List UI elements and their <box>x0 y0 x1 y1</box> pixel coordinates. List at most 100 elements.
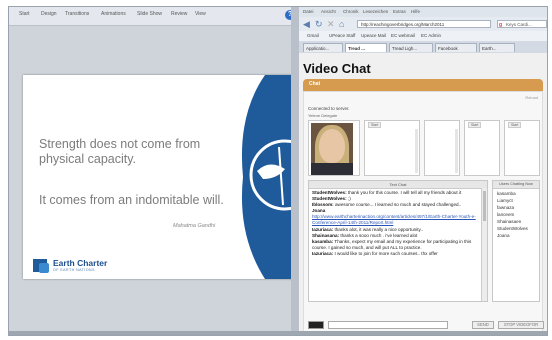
back-icon[interactable]: ◀ <box>303 19 310 30</box>
page-title: Video Chat <box>303 61 371 76</box>
user-list-item[interactable]: Liamyct <box>497 197 528 204</box>
tab-applications[interactable]: Applicatio... <box>303 43 343 52</box>
chat-message-text: thanks alot, it was really a nice opport… <box>333 226 423 232</box>
ppt-tab-slide-show[interactable]: Slide Show <box>137 11 162 17</box>
chat-message-text: awesome course... I learned so much and … <box>333 202 462 208</box>
chat-message-text: I would like to join for more such cours… <box>333 250 438 256</box>
video-start-button[interactable]: Start <box>368 122 382 128</box>
slide-canvas[interactable]: Strength does not come from physical cap… <box>23 75 295 279</box>
chat-header-bar: Chat <box>303 79 543 91</box>
reload-icon[interactable]: ↻ <box>315 19 323 30</box>
quote-line-3: It comes from an indomitable will. <box>39 193 224 207</box>
text-chat-header: Text Chat <box>309 181 487 189</box>
ppt-tab-transitions[interactable]: Transitions <box>65 11 89 17</box>
portrait-face <box>319 129 345 163</box>
browser-menu-bar: Datei Ansicht Chronik Lesezeichen Extras… <box>299 7 547 17</box>
chat-message-text: ;) <box>346 196 351 202</box>
user-list-item[interactable]: Shainasaen <box>497 218 528 225</box>
chat-message-author: StudentWolves: <box>312 190 347 195</box>
message-input[interactable] <box>328 321 448 329</box>
bookmark-upeace-mail[interactable]: Upeace Mail <box>361 33 386 38</box>
chat-message-author: Joana <box>312 208 326 214</box>
video-scrollbar[interactable] <box>455 129 458 173</box>
user-list-item[interactable]: lanceem <box>497 211 528 218</box>
chat-panel: Reload Connected to server. Yelene Deleg… <box>303 91 544 335</box>
search-text: Keys Cardi... <box>506 22 532 27</box>
video-box-4[interactable]: Start <box>464 120 500 176</box>
user-list-item[interactable]: Joana <box>497 232 528 239</box>
taskbar <box>9 331 547 335</box>
chat-message: Iblossom: awesome course... I learned so… <box>312 202 480 208</box>
menu-tools[interactable]: Extras <box>393 9 406 14</box>
text-chat-box[interactable]: Text Chat StudentWolves: thank you for t… <box>308 180 488 302</box>
menu-history[interactable]: Chronik <box>343 9 359 14</box>
users-list-box: Users Chatting Now kasamba Liamyct fawnaza… <box>492 180 540 302</box>
video-start-button[interactable]: Start <box>468 122 482 128</box>
video-scrollbar[interactable] <box>415 129 418 173</box>
ppt-tab-start[interactable]: Start <box>19 11 30 17</box>
chat-message-author: kasamba: <box>312 238 334 244</box>
logo-text: Earth Charter <box>53 258 108 268</box>
ppt-tab-view[interactable]: View <box>195 11 206 17</box>
video-start-button[interactable]: Start <box>508 122 522 128</box>
page-content: Video Chat Chat Reload Connected to serv… <box>299 53 547 335</box>
quote-line-2: physical capacity. <box>39 152 137 166</box>
menu-file[interactable]: Datei <box>303 9 314 14</box>
stop-icon[interactable]: ✕ <box>327 19 335 30</box>
video-box-5[interactable]: Start <box>504 120 540 176</box>
slide-quote: Strength does not come from physical cap… <box>39 137 200 167</box>
bookmark-ec-webmail[interactable]: EC webmail <box>391 33 415 38</box>
window-divider[interactable] <box>291 7 299 335</box>
tab-tread-light[interactable]: Tread Ligh... <box>389 43 433 52</box>
address-bar[interactable]: http://reachingoverbridges.org/March2011 <box>357 20 491 28</box>
chat-message: Iazuriaca: I would like to join for more… <box>312 251 480 257</box>
quote-author: Mahatma Gandhi <box>173 223 216 229</box>
chat-messages: StudentWolves: thank you for this course… <box>312 190 480 257</box>
chat-message-text: Thanks, expect my email and my experienc… <box>312 238 472 250</box>
chat-scrollbar-thumb[interactable] <box>483 191 486 221</box>
chat-message-author: Iazuriaca: <box>312 250 334 256</box>
webcam-portrait <box>311 123 353 175</box>
menu-view[interactable]: Ansicht <box>321 9 336 14</box>
chat-message-text: thanks a sooo much . i've learned alot <box>339 232 418 238</box>
home-icon[interactable]: ⌂ <box>339 19 344 29</box>
logo-mark-accent <box>39 263 49 273</box>
menu-bookmarks[interactable]: Lesezeichen <box>363 9 388 14</box>
users-header: Users Chatting Now <box>493 181 539 189</box>
ppt-tab-design[interactable]: Design <box>41 11 57 17</box>
browser-window: Datei Ansicht Chronik Lesezeichen Extras… <box>299 7 547 335</box>
browser-nav-bar: ◀ ↻ ✕ ⌂ http://reachingoverbridges.org/M… <box>299 17 547 31</box>
chat-message-author: Shainasana: <box>312 232 340 238</box>
tab-facebook[interactable]: Facebook <box>435 43 477 52</box>
search-input[interactable]: g Keys Cardi... <box>497 20 547 28</box>
powerpoint-window: Start Design Transitions Animations Slid… <box>9 7 299 335</box>
user-list-item[interactable]: fawnaza <box>497 204 528 211</box>
slide-decoration-art <box>241 75 295 279</box>
user-list-item[interactable]: kasamba <box>497 190 528 197</box>
ppt-tab-animations[interactable]: Animations <box>101 11 126 17</box>
tab-earth[interactable]: Earth... <box>479 43 515 52</box>
color-picker[interactable] <box>308 321 324 329</box>
bookmark-gmail[interactable]: Gmail <box>307 33 319 38</box>
portrait-shirt <box>311 163 353 175</box>
stop-video-button[interactable]: STOP VIDEOFOR <box>498 321 544 329</box>
menu-help[interactable]: Hilfe <box>411 9 420 14</box>
chat-message-link[interactable]: http://www.earthcharterinaction.org/cont… <box>312 214 476 225</box>
video-box-3[interactable] <box>424 120 460 176</box>
video-box-2[interactable]: Start <box>364 120 420 176</box>
chat-message-author: Iazuriaca: <box>312 226 334 232</box>
quote-line-1: Strength does not come from <box>39 137 201 151</box>
users-list: kasamba Liamyct fawnaza lanceem Shainasaen St… <box>497 190 528 239</box>
send-button[interactable]: SEND <box>472 321 494 329</box>
ppt-tab-review[interactable]: Review <box>171 11 187 17</box>
google-icon: g <box>499 22 503 28</box>
chat-input-row: SEND STOP VIDEOFOR <box>308 320 544 330</box>
video-box-1[interactable] <box>308 120 360 176</box>
bookmark-ec-admin[interactable]: EC Admin <box>421 33 441 38</box>
reload-link[interactable]: Reload <box>525 95 538 100</box>
tab-tread-active[interactable]: Tread ... <box>345 43 387 52</box>
chat-message: kasamba: Thanks, expect my email and my … <box>312 239 480 251</box>
chat-message: http://www.earthcharterinaction.org/cont… <box>312 214 480 226</box>
user-list-item[interactable]: StudentWolves <box>497 225 528 232</box>
bookmark-upeace-staff[interactable]: UPeace Staff <box>329 33 355 38</box>
